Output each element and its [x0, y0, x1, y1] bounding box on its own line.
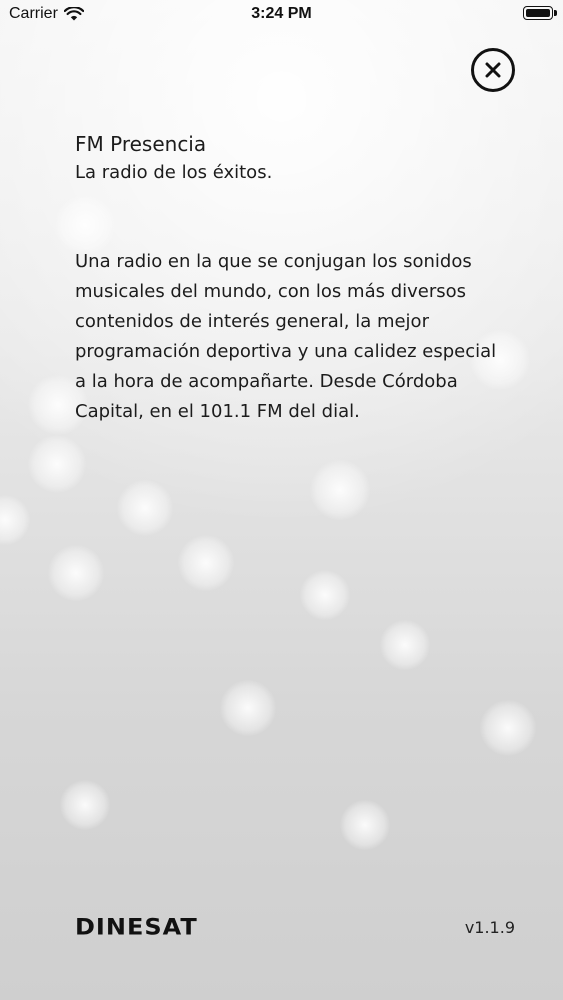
station-slogan: La radio de los éxitos. [75, 162, 273, 183]
close-button[interactable] [471, 48, 515, 92]
close-icon [485, 62, 501, 78]
status-bar: Carrier 3:24 PM [0, 0, 563, 30]
status-time: 3:24 PM [251, 5, 312, 22]
about-content: FM Presencia La radio de los éxitos. Una… [75, 130, 505, 445]
battery-icon [523, 6, 557, 20]
dinesat-logo: DINESAT [75, 914, 198, 940]
station-name: FM Presencia [75, 132, 207, 156]
station-description: Una radio en la que se conjugan los soni… [75, 251, 497, 422]
version-label: v1.1.9 [464, 918, 515, 937]
